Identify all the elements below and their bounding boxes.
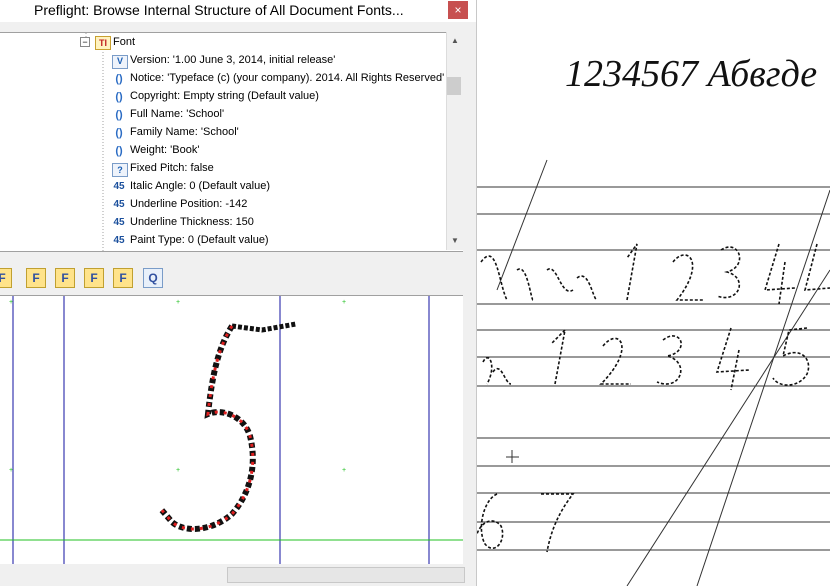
paren-value-icon: () bbox=[115, 73, 123, 85]
tree-item[interactable]: () Family Name: 'School' bbox=[0, 124, 446, 142]
window-title: Preflight: Browse Internal Structure of … bbox=[34, 2, 404, 18]
glyph-tool-button[interactable]: F bbox=[55, 268, 75, 288]
tree-item[interactable]: 45 Italic Angle: 0 (Default value) bbox=[0, 178, 446, 196]
string-value-icon: V bbox=[112, 55, 128, 69]
crosshair-cursor-icon bbox=[506, 450, 519, 463]
tree-item[interactable]: ? Fixed Pitch: false bbox=[0, 160, 446, 178]
tree-vertical-scrollbar[interactable]: ▲ ▼ bbox=[446, 32, 463, 250]
tree-item-label: Italic Angle: 0 (Default value) bbox=[130, 180, 271, 192]
tree-item[interactable]: () Weight: 'Book' bbox=[0, 142, 446, 160]
tree-node-label: Font bbox=[113, 36, 136, 48]
title-bar: Preflight: Browse Internal Structure of … bbox=[0, 0, 476, 22]
tree-item[interactable]: 45 Paint Type: 0 (Default value) bbox=[0, 232, 446, 250]
tree-item[interactable]: 45 Underline Position: -142 bbox=[0, 196, 446, 214]
scroll-up-icon[interactable]: ▲ bbox=[451, 36, 459, 45]
tree-item-label: Family Name: 'School' bbox=[130, 126, 239, 138]
tree-item[interactable]: 45 Underline Thickness: 150 bbox=[0, 214, 446, 232]
glyph-tool-button[interactable]: F bbox=[26, 268, 46, 288]
tree-item-label: Version: '1.00 June 3, 2014, initial rel… bbox=[130, 54, 336, 66]
number-value-icon: 45 bbox=[113, 199, 125, 210]
tree-item-label: Underline Thickness: 150 bbox=[130, 216, 254, 228]
paren-value-icon: () bbox=[115, 145, 123, 157]
glyph-tool-button[interactable]: F bbox=[113, 268, 133, 288]
glyph-toolbar: F F F F F Q bbox=[0, 262, 476, 292]
close-icon[interactable]: × bbox=[448, 1, 468, 19]
paren-value-icon: () bbox=[115, 109, 123, 121]
glyph-canvas: + + + + + + bbox=[0, 296, 463, 564]
paren-value-icon: () bbox=[115, 91, 123, 103]
svg-text:+: + bbox=[342, 467, 346, 474]
boolean-value-icon: ? bbox=[112, 163, 128, 177]
font-structure-tree[interactable]: − TI Font V Version: '1.00 June 3, 2014, … bbox=[0, 32, 463, 252]
tree-item-label: Full Name: 'School' bbox=[130, 108, 225, 120]
svg-text:+: + bbox=[176, 467, 180, 474]
number-value-icon: 45 bbox=[113, 235, 125, 246]
tree-item[interactable]: () Copyright: Empty string (Default value… bbox=[0, 88, 446, 106]
glyph-outline-view[interactable]: + + + + + + bbox=[0, 295, 463, 564]
tree-item[interactable]: () Full Name: 'School' bbox=[0, 106, 446, 124]
tree-item-label: Copyright: Empty string (Default value) bbox=[130, 90, 319, 102]
scrollbar-thumb[interactable] bbox=[447, 77, 461, 95]
svg-text:+: + bbox=[9, 299, 13, 306]
glyph-tool-button[interactable]: F bbox=[0, 268, 12, 288]
glyph-horizontal-scrollbar[interactable] bbox=[227, 567, 465, 583]
paren-value-icon: () bbox=[115, 127, 123, 139]
font-preview-pane: 1234567 Абвгде bbox=[477, 0, 830, 586]
glyph-tool-button[interactable]: F bbox=[84, 268, 104, 288]
font-node-icon: TI bbox=[95, 36, 111, 50]
tree-item-label: Fixed Pitch: false bbox=[130, 162, 214, 174]
handwriting-sample bbox=[477, 159, 830, 586]
svg-text:+: + bbox=[176, 299, 180, 306]
svg-text:+: + bbox=[342, 299, 346, 306]
tree-item-label: Underline Position: -142 bbox=[130, 198, 248, 210]
tree-item-label: Paint Type: 0 (Default value) bbox=[130, 234, 269, 246]
number-value-icon: 45 bbox=[113, 181, 125, 192]
tree-item-label: Weight: 'Book' bbox=[130, 144, 200, 156]
svg-text:+: + bbox=[9, 467, 13, 474]
scroll-down-icon[interactable]: ▼ bbox=[451, 236, 459, 245]
tree-item-label: Notice: 'Typeface (c) (your company). 20… bbox=[130, 72, 445, 84]
tree-item[interactable]: () Notice: 'Typeface (c) (your company). … bbox=[0, 70, 446, 88]
collapse-icon[interactable]: − bbox=[80, 37, 90, 47]
zoom-glyph-button[interactable]: Q bbox=[143, 268, 163, 288]
tree-item[interactable]: V Version: '1.00 June 3, 2014, initial re… bbox=[0, 52, 446, 70]
number-value-icon: 45 bbox=[113, 217, 125, 228]
preflight-window: Preflight: Browse Internal Structure of … bbox=[0, 0, 477, 586]
